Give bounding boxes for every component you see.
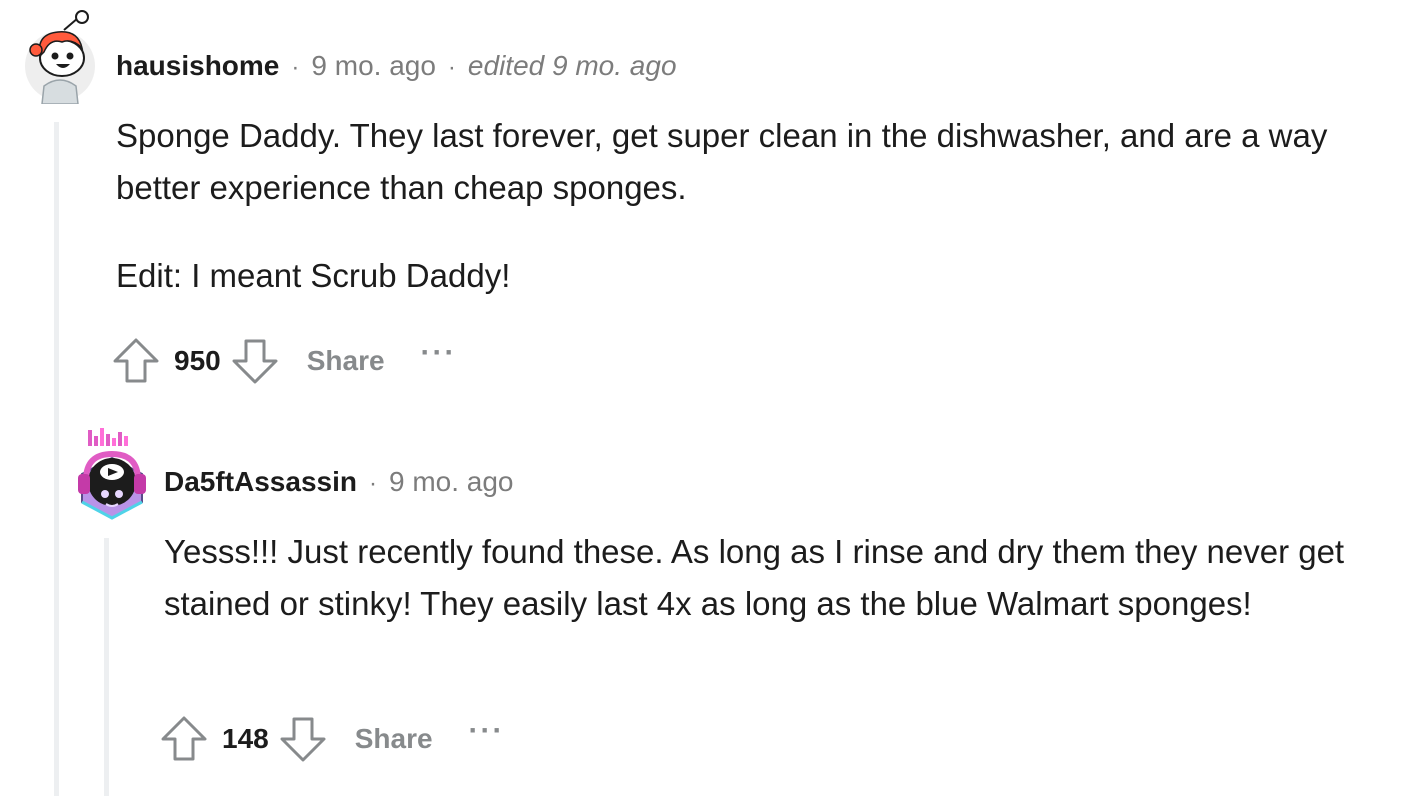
comment-age[interactable]: 9 mo. ago [311,50,436,82]
vote-score: 950 [174,345,221,376]
more-options-button[interactable]: ··· [469,714,505,748]
comment-actions: 148 Share ··· [160,714,505,764]
edited-label: edited 9 mo. ago [467,50,677,81]
downvote-arrow-icon[interactable] [279,715,327,763]
author-name[interactable]: hausishome [116,50,279,82]
vote-score: 148 [222,723,269,754]
comment-paragraph: Edit: I meant Scrub Daddy! [116,257,511,294]
author-name[interactable]: Da5ftAssassin [164,466,357,498]
comment-body: Yesss!!! Just recently found these. As l… [164,526,1354,630]
comment-thread: hausishome · 9 mo. ago · edited 9 mo. ag… [0,0,1402,796]
downvote-arrow-icon[interactable] [231,337,279,385]
comment-age[interactable]: 9 mo. ago [389,466,514,498]
thread-line-level-1[interactable] [54,122,59,796]
comment-meta: hausishome · 9 mo. ago · edited 9 mo. ag… [116,50,677,82]
snoo-avatar-red-hair-icon[interactable] [22,8,98,104]
comment-paragraph: Sponge Daddy. They last forever, get sup… [116,117,1328,206]
upvote-arrow-icon[interactable] [112,337,160,385]
meta-separator: · [368,470,377,497]
upvote-arrow-icon[interactable] [160,715,208,763]
comment-actions: 950 Share ··· [112,336,457,386]
comment-paragraph: Yesss!!! Just recently found these. As l… [164,533,1345,622]
share-button[interactable]: Share [355,723,433,755]
comment-meta: Da5ftAssassin · 9 mo. ago [164,466,514,498]
comment-body: Sponge Daddy. They last forever, get sup… [116,110,1376,302]
meta-separator: · [291,54,300,81]
more-options-button[interactable]: ··· [421,336,457,370]
thread-line-level-2[interactable] [104,538,109,796]
share-button[interactable]: Share [307,345,385,377]
meta-separator: · [447,54,456,81]
snoo-avatar-dj-headphones-icon[interactable] [72,424,152,520]
